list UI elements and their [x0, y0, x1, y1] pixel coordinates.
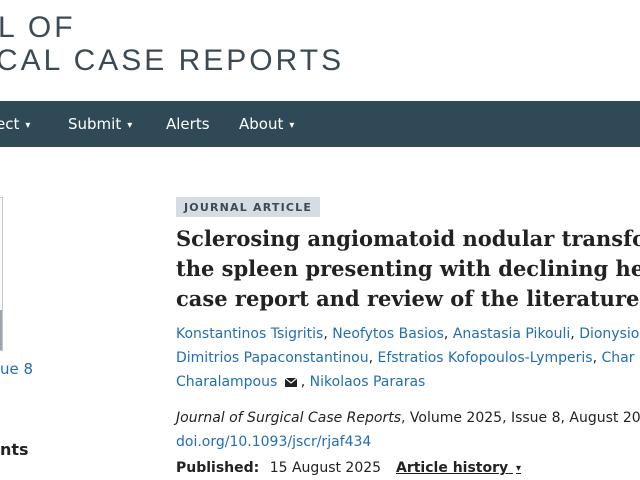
contents-heading: nts — [0, 440, 29, 459]
nav-item-label: Submit — [68, 115, 122, 133]
author-link[interactable]: Char — [602, 350, 635, 366]
author-link[interactable]: Neofytos Basios — [332, 326, 444, 342]
author-link[interactable]: Dionysio — [579, 326, 639, 342]
chevron-down-icon: ▾ — [25, 120, 31, 131]
article-history-label: Article history — [396, 460, 509, 476]
journal-title[interactable]: L OF CAL CASE REPORTS — [0, 0, 640, 100]
author-link[interactable]: Charalampous — [176, 374, 277, 390]
issue-cover-image-footer — [0, 310, 2, 350]
article-history-toggle[interactable]: Article history ▾ — [396, 460, 521, 476]
chevron-down-icon: ▾ — [289, 120, 295, 131]
journal-title-line1: L OF — [0, 11, 76, 44]
nav-item-about[interactable]: About ▾ — [239, 101, 294, 147]
nav-item-select[interactable]: ect ▾ — [0, 101, 30, 147]
author-link[interactable]: Anastasia Pikouli — [453, 326, 570, 342]
doi-link[interactable]: doi.org/10.1093/jscr/rjaf434 — [176, 434, 371, 450]
article-title: Sclerosing angiomatoid nodular transfo t… — [176, 224, 640, 314]
citation-volume-issue: , Volume 2025, Issue 8, August 2025 — [401, 410, 640, 426]
nav-item-label: ect — [0, 115, 20, 133]
author-link[interactable]: Konstantinos Tsigritis — [176, 326, 323, 342]
chevron-down-icon: ▾ — [516, 463, 522, 474]
issue-link[interactable]: ue 8 — [0, 360, 33, 378]
author-link[interactable]: Nikolaos Pararas — [310, 374, 426, 390]
author-line: Konstantinos Tsigritis, Neofytos Basios,… — [176, 326, 640, 342]
journal-title-line2: CAL CASE REPORTS — [0, 44, 345, 77]
article-title-line: case report and review of the literature — [176, 286, 640, 311]
article-type-badge: JOURNAL ARTICLE — [176, 197, 321, 217]
nav-item-label: Alerts — [166, 115, 210, 133]
article-title-line: Sclerosing angiomatoid nodular transfo — [176, 226, 640, 251]
envelope-icon[interactable] — [284, 378, 297, 387]
main-navigation: ect ▾ Submit ▾ Alerts About ▾ — [0, 101, 640, 147]
author-link[interactable]: Dimitrios Papaconstantinou — [176, 350, 369, 366]
published-value: 15 August 2025 — [269, 460, 382, 476]
author-line: Charalampous , Nikolaos Pararas — [176, 374, 426, 390]
article-title-line: the spleen presenting with declining he — [176, 256, 640, 281]
nav-item-alerts[interactable]: Alerts — [166, 101, 210, 147]
author-list: Konstantinos Tsigritis, Neofytos Basios,… — [176, 322, 640, 394]
nav-item-label: About — [239, 115, 284, 133]
chevron-down-icon: ▾ — [127, 120, 133, 131]
author-link[interactable]: Efstratios Kofopoulos-Lymperis — [377, 350, 592, 366]
citation: Journal of Surgical Case Reports, Volume… — [176, 410, 640, 426]
nav-item-submit[interactable]: Submit ▾ — [68, 101, 132, 147]
citation-journal-name: Journal of Surgical Case Reports — [176, 410, 402, 426]
published-date: Published: 15 August 2025 — [176, 460, 381, 476]
published-label: Published: — [176, 460, 260, 476]
author-line: Dimitrios Papaconstantinou, Efstratios K… — [176, 350, 635, 366]
